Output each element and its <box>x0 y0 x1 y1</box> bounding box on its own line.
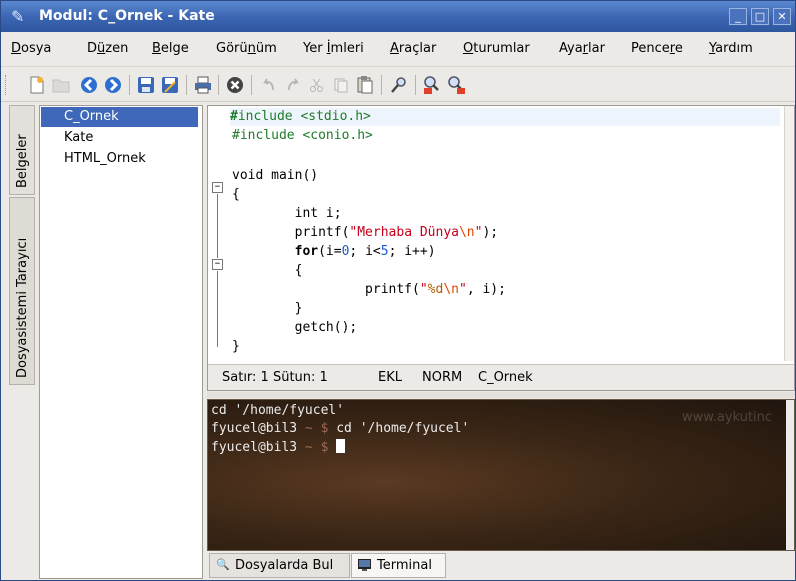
find-in-files-icon: 🔍 <box>216 558 230 571</box>
toolbar-separator <box>415 75 416 95</box>
fold-line <box>217 194 218 258</box>
main-toolbar <box>1 66 795 102</box>
fold-line <box>217 271 218 347</box>
toolbar-separator <box>129 75 130 95</box>
fold-margin: − − <box>208 106 230 361</box>
terminal-line: fyucel@bil3 ~ $ <box>211 439 346 455</box>
menu-bar: Dosya Düzen Belge Görünüm Yer İmleri Ara… <box>1 34 795 64</box>
cut-icon[interactable] <box>307 75 327 95</box>
code-line: printf("%d\n", i); <box>232 282 506 297</box>
find-previous-icon[interactable] <box>423 75 443 95</box>
side-tab-bar: Belgeler Dosyasistemi Tarayıcı <box>9 105 37 387</box>
code-line: { <box>232 263 303 278</box>
toolbar-grip[interactable] <box>5 75 8 95</box>
terminal-panel[interactable]: www.aykutinc cd '/home/fyucel' fyucel@bi… <box>207 399 795 551</box>
code-line: } <box>232 301 303 316</box>
code-line: getch(); <box>232 320 358 335</box>
menu-araclar[interactable]: Araçlar <box>390 41 436 56</box>
menu-pencere[interactable]: Pencere <box>631 41 683 56</box>
menu-yer-imleri[interactable]: Yer İmleri <box>303 41 364 56</box>
panel-splitter[interactable] <box>207 392 795 398</box>
menu-belge[interactable]: Belge <box>152 41 189 56</box>
print-icon[interactable] <box>193 75 213 95</box>
tab-documents[interactable]: Belgeler <box>9 105 35 195</box>
maximize-button[interactable]: □ <box>751 8 769 25</box>
copy-icon[interactable] <box>331 75 351 95</box>
paste-icon[interactable] <box>355 75 375 95</box>
list-item[interactable]: HTML_Ornek <box>41 149 198 169</box>
cursor-position: Satır: 1 Sütun: 1 <box>222 370 328 385</box>
terminal-icon <box>358 559 371 571</box>
code-line: int i; <box>232 206 342 221</box>
tab-terminal[interactable]: Terminal <box>351 553 446 578</box>
toolbar-separator <box>186 75 187 95</box>
code-line: #include <conio.h> <box>232 128 373 143</box>
window-title: Modul: C_Ornek - Kate <box>39 8 215 24</box>
close-button[interactable]: ✕ <box>773 8 791 25</box>
tab-documents-label: Belgeler <box>15 134 30 188</box>
fold-toggle[interactable]: − <box>212 259 223 270</box>
list-item[interactable]: C_Ornek <box>41 107 198 127</box>
menu-gorunum[interactable]: Görünüm <box>216 41 277 56</box>
kate-app-icon[interactable]: ✎ <box>11 7 24 26</box>
selection-mode[interactable]: NORM <box>422 370 462 385</box>
title-bar[interactable]: ✎ Modul: C_Ornek - Kate _ □ ✕ <box>1 1 795 32</box>
save-icon[interactable] <box>136 75 156 95</box>
save-as-icon[interactable] <box>160 75 180 95</box>
menu-yardim[interactable]: Yardım <box>709 41 753 56</box>
tab-find-in-files[interactable]: 🔍 Dosyalarda Bul <box>209 553 350 578</box>
menu-ayarlar[interactable]: Ayarlar <box>559 41 605 56</box>
new-document-icon[interactable] <box>27 75 47 95</box>
document-list: C_Ornek Kate HTML_Ornek <box>39 105 203 579</box>
fold-toggle[interactable]: − <box>212 182 223 193</box>
bottom-tab-bar: 🔍 Dosyalarda Bul Terminal <box>207 553 795 579</box>
insert-mode[interactable]: EKL <box>378 370 402 385</box>
search-icon[interactable] <box>389 75 409 95</box>
menu-oturumlar[interactable]: Oturumlar <box>463 41 530 56</box>
redo-icon[interactable] <box>283 75 303 95</box>
open-document-icon[interactable] <box>51 75 71 95</box>
toolbar-separator <box>218 75 219 95</box>
status-document-name: C_Ornek <box>478 370 533 385</box>
back-icon[interactable] <box>79 75 99 95</box>
undo-icon[interactable] <box>259 75 279 95</box>
find-next-icon[interactable] <box>447 75 467 95</box>
menu-dosya[interactable]: Dosya <box>11 41 51 56</box>
forward-icon[interactable] <box>103 75 123 95</box>
code-line: void main() <box>232 168 319 183</box>
minimize-button[interactable]: _ <box>729 8 747 25</box>
code-line: #include <stdio.h> <box>230 108 780 126</box>
code-line: { <box>232 187 240 202</box>
close-document-icon[interactable] <box>225 75 245 95</box>
kate-window: ✎ Modul: C_Ornek - Kate _ □ ✕ Dosya Düze… <box>0 0 796 581</box>
tab-filesystem-label: Dosyasistemi Tarayıcı <box>15 237 30 378</box>
toolbar-separator <box>251 75 252 95</box>
list-item[interactable]: Kate <box>41 128 198 148</box>
terminal-scrollbar[interactable] <box>786 400 794 550</box>
code-line: } <box>232 339 240 354</box>
tab-filesystem-browser[interactable]: Dosyasistemi Tarayıcı <box>9 197 35 385</box>
terminal-line: fyucel@bil3 ~ $ cd '/home/fyucel' <box>211 421 470 436</box>
menu-duzen[interactable]: Düzen <box>87 41 128 56</box>
toolbar-separator <box>381 75 382 95</box>
terminal-line: cd '/home/fyucel' <box>211 403 345 418</box>
code-line: for(i=0; i<5; i++) <box>294 244 436 259</box>
editor-pane: − − #include <stdio.h> #include <conio.h… <box>207 105 795 391</box>
editor-scrollbar[interactable] <box>784 106 794 361</box>
terminal-watermark: www.aykutinc <box>682 410 772 425</box>
terminal-cursor <box>336 439 346 453</box>
code-line: printf("Merhaba Dünya\n"); <box>232 225 499 240</box>
editor-status-bar: Satır: 1 Sütun: 1 EKL NORM C_Ornek <box>208 364 794 390</box>
